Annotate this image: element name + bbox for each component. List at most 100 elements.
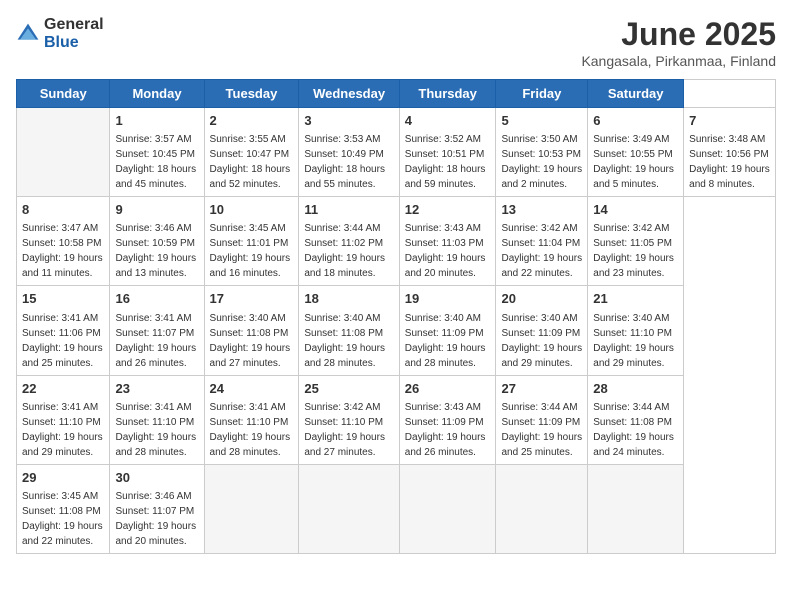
empty-cell (588, 464, 684, 553)
day-cell-15: 15 Sunrise: 3:41 AMSunset: 11:06 PMDayli… (17, 286, 110, 375)
day-number: 14 (593, 201, 678, 219)
day-cell-23: 23 Sunrise: 3:41 AMSunset: 11:10 PMDayli… (110, 375, 204, 464)
day-header-friday: Friday (496, 80, 588, 108)
day-header-thursday: Thursday (399, 80, 496, 108)
day-cell-27: 27 Sunrise: 3:44 AMSunset: 11:09 PMDayli… (496, 375, 588, 464)
day-header-sunday: Sunday (17, 80, 110, 108)
day-number: 28 (593, 380, 678, 398)
day-number: 9 (115, 201, 198, 219)
day-info: Sunrise: 3:43 AMSunset: 11:09 PMDaylight… (405, 402, 486, 458)
day-header-monday: Monday (110, 80, 204, 108)
day-info: Sunrise: 3:41 AMSunset: 11:07 PMDaylight… (115, 313, 196, 369)
day-info: Sunrise: 3:57 AMSunset: 10:45 PMDaylight… (115, 134, 196, 190)
day-number: 11 (304, 201, 393, 219)
day-number: 8 (22, 201, 104, 219)
logo-general: General (44, 16, 104, 33)
day-cell-14: 14 Sunrise: 3:42 AMSunset: 11:05 PMDayli… (588, 197, 684, 286)
day-cell-21: 21 Sunrise: 3:40 AMSunset: 11:10 PMDayli… (588, 286, 684, 375)
location-title: Kangasala, Pirkanmaa, Finland (581, 53, 776, 69)
day-cell-25: 25 Sunrise: 3:42 AMSunset: 11:10 PMDayli… (299, 375, 399, 464)
day-number: 2 (210, 112, 294, 130)
week-row-1: 8 Sunrise: 3:47 AMSunset: 10:58 PMDaylig… (17, 197, 776, 286)
day-number: 26 (405, 380, 491, 398)
day-number: 25 (304, 380, 393, 398)
empty-cell (204, 464, 299, 553)
day-info: Sunrise: 3:48 AMSunset: 10:56 PMDaylight… (689, 134, 770, 190)
day-info: Sunrise: 3:44 AMSunset: 11:02 PMDaylight… (304, 223, 385, 279)
empty-cell (299, 464, 399, 553)
day-number: 12 (405, 201, 491, 219)
day-number: 22 (22, 380, 104, 398)
week-row-0: 1 Sunrise: 3:57 AMSunset: 10:45 PMDaylig… (17, 108, 776, 197)
day-info: Sunrise: 3:43 AMSunset: 11:03 PMDaylight… (405, 223, 486, 279)
day-info: Sunrise: 3:49 AMSunset: 10:55 PMDaylight… (593, 134, 674, 190)
day-number: 24 (210, 380, 294, 398)
day-info: Sunrise: 3:41 AMSunset: 11:10 PMDaylight… (115, 402, 196, 458)
day-cell-7: 7 Sunrise: 3:48 AMSunset: 10:56 PMDaylig… (684, 108, 776, 197)
day-info: Sunrise: 3:46 AMSunset: 11:07 PMDaylight… (115, 491, 196, 547)
day-number: 16 (115, 290, 198, 308)
day-number: 23 (115, 380, 198, 398)
day-cell-9: 9 Sunrise: 3:46 AMSunset: 10:59 PMDaylig… (110, 197, 204, 286)
week-row-4: 29 Sunrise: 3:45 AMSunset: 11:08 PMDayli… (17, 464, 776, 553)
day-number: 10 (210, 201, 294, 219)
calendar-body: 1 Sunrise: 3:57 AMSunset: 10:45 PMDaylig… (17, 108, 776, 554)
day-info: Sunrise: 3:53 AMSunset: 10:49 PMDaylight… (304, 134, 385, 190)
day-number: 17 (210, 290, 294, 308)
day-info: Sunrise: 3:46 AMSunset: 10:59 PMDaylight… (115, 223, 196, 279)
day-number: 5 (501, 112, 582, 130)
day-info: Sunrise: 3:40 AMSunset: 11:10 PMDaylight… (593, 313, 674, 369)
day-cell-8: 8 Sunrise: 3:47 AMSunset: 10:58 PMDaylig… (17, 197, 110, 286)
day-cell-10: 10 Sunrise: 3:45 AMSunset: 11:01 PMDayli… (204, 197, 299, 286)
day-info: Sunrise: 3:55 AMSunset: 10:47 PMDaylight… (210, 134, 291, 190)
day-info: Sunrise: 3:45 AMSunset: 11:01 PMDaylight… (210, 223, 291, 279)
day-cell-22: 22 Sunrise: 3:41 AMSunset: 11:10 PMDayli… (17, 375, 110, 464)
header: General Blue June 2025 Kangasala, Pirkan… (16, 16, 776, 69)
day-number: 15 (22, 290, 104, 308)
day-cell-2: 2 Sunrise: 3:55 AMSunset: 10:47 PMDaylig… (204, 108, 299, 197)
title-area: June 2025 Kangasala, Pirkanmaa, Finland (581, 16, 776, 69)
day-cell-16: 16 Sunrise: 3:41 AMSunset: 11:07 PMDayli… (110, 286, 204, 375)
day-info: Sunrise: 3:42 AMSunset: 11:10 PMDaylight… (304, 402, 385, 458)
calendar-header-row: SundayMondayTuesdayWednesdayThursdayFrid… (17, 80, 776, 108)
day-header-wednesday: Wednesday (299, 80, 399, 108)
empty-cell (496, 464, 588, 553)
day-cell-20: 20 Sunrise: 3:40 AMSunset: 11:09 PMDayli… (496, 286, 588, 375)
day-cell-28: 28 Sunrise: 3:44 AMSunset: 11:08 PMDayli… (588, 375, 684, 464)
day-number: 7 (689, 112, 770, 130)
day-info: Sunrise: 3:47 AMSunset: 10:58 PMDaylight… (22, 223, 103, 279)
day-cell-12: 12 Sunrise: 3:43 AMSunset: 11:03 PMDayli… (399, 197, 496, 286)
day-info: Sunrise: 3:50 AMSunset: 10:53 PMDaylight… (501, 134, 582, 190)
day-info: Sunrise: 3:52 AMSunset: 10:51 PMDaylight… (405, 134, 486, 190)
logo: General Blue (16, 16, 104, 52)
day-number: 4 (405, 112, 491, 130)
month-title: June 2025 (581, 16, 776, 53)
day-info: Sunrise: 3:41 AMSunset: 11:10 PMDaylight… (210, 402, 291, 458)
day-number: 19 (405, 290, 491, 308)
day-header-tuesday: Tuesday (204, 80, 299, 108)
day-cell-24: 24 Sunrise: 3:41 AMSunset: 11:10 PMDayli… (204, 375, 299, 464)
empty-cell (399, 464, 496, 553)
day-info: Sunrise: 3:40 AMSunset: 11:09 PMDaylight… (405, 313, 486, 369)
day-header-saturday: Saturday (588, 80, 684, 108)
day-cell-13: 13 Sunrise: 3:42 AMSunset: 11:04 PMDayli… (496, 197, 588, 286)
day-cell-3: 3 Sunrise: 3:53 AMSunset: 10:49 PMDaylig… (299, 108, 399, 197)
day-info: Sunrise: 3:40 AMSunset: 11:09 PMDaylight… (501, 313, 582, 369)
day-number: 18 (304, 290, 393, 308)
week-row-3: 22 Sunrise: 3:41 AMSunset: 11:10 PMDayli… (17, 375, 776, 464)
day-info: Sunrise: 3:44 AMSunset: 11:09 PMDaylight… (501, 402, 582, 458)
day-number: 3 (304, 112, 393, 130)
logo-blue: Blue (44, 34, 79, 51)
day-info: Sunrise: 3:41 AMSunset: 11:06 PMDaylight… (22, 313, 103, 369)
day-cell-5: 5 Sunrise: 3:50 AMSunset: 10:53 PMDaylig… (496, 108, 588, 197)
day-cell-4: 4 Sunrise: 3:52 AMSunset: 10:51 PMDaylig… (399, 108, 496, 197)
day-number: 21 (593, 290, 678, 308)
day-number: 29 (22, 469, 104, 487)
calendar-table: SundayMondayTuesdayWednesdayThursdayFrid… (16, 79, 776, 554)
day-cell-18: 18 Sunrise: 3:40 AMSunset: 11:08 PMDayli… (299, 286, 399, 375)
day-number: 20 (501, 290, 582, 308)
empty-cell (17, 108, 110, 197)
day-cell-19: 19 Sunrise: 3:40 AMSunset: 11:09 PMDayli… (399, 286, 496, 375)
day-info: Sunrise: 3:44 AMSunset: 11:08 PMDaylight… (593, 402, 674, 458)
day-number: 1 (115, 112, 198, 130)
